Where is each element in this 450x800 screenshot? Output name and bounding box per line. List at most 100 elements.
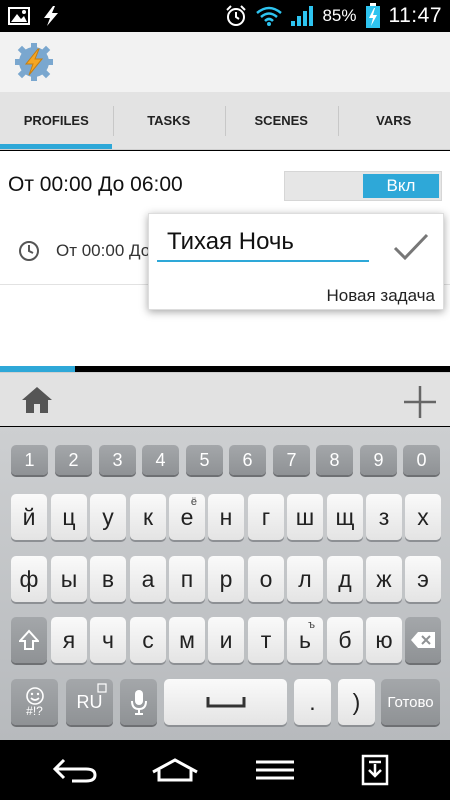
app-header xyxy=(0,32,450,92)
key-1[interactable]: 1 xyxy=(11,445,48,475)
key-б[interactable]: б xyxy=(327,617,363,663)
paren-key[interactable]: ) xyxy=(338,679,375,725)
back-icon xyxy=(52,758,97,783)
flash-icon xyxy=(44,6,58,26)
key-с[interactable]: с xyxy=(130,617,166,663)
task-name-input[interactable] xyxy=(157,224,369,262)
period-label: . xyxy=(309,688,316,715)
key-и[interactable]: и xyxy=(208,617,244,663)
key-щ[interactable]: щ xyxy=(327,494,363,540)
backspace-icon xyxy=(411,632,435,648)
key-р[interactable]: р xyxy=(208,556,244,602)
key-д[interactable]: д xyxy=(327,556,363,602)
key-ь-sup: ъ xyxy=(308,619,315,631)
tab-vars[interactable]: VARS xyxy=(337,92,450,149)
key-а[interactable]: а xyxy=(130,556,166,602)
done-key[interactable]: Готово xyxy=(381,679,440,725)
key-2[interactable]: 2 xyxy=(55,445,92,475)
shift-key[interactable] xyxy=(11,617,47,663)
toggle-on-label: Вкл xyxy=(363,174,439,198)
soft-keyboard: 1 2 3 4 5 6 7 8 9 0 й ц у к её н г ш щ з… xyxy=(0,427,450,740)
key-г[interactable]: г xyxy=(248,494,284,540)
battery-percent: 85% xyxy=(322,6,357,25)
voice-input-key[interactable] xyxy=(120,679,157,725)
profile-toggle[interactable]: Вкл xyxy=(284,171,442,201)
signal-icon xyxy=(291,6,314,26)
tab-profiles[interactable]: PROFILES xyxy=(0,92,113,149)
navigation-bar xyxy=(0,740,450,800)
key-х[interactable]: х xyxy=(405,494,441,540)
tab-scenes[interactable]: SCENES xyxy=(225,92,338,149)
profile-title[interactable]: От 00:00 До 06:00 xyxy=(8,173,183,197)
key-5[interactable]: 5 xyxy=(186,445,223,475)
key-ю[interactable]: ю xyxy=(366,617,402,663)
clock-icon xyxy=(19,241,39,261)
key-я[interactable]: я xyxy=(51,617,87,663)
menu-icon xyxy=(256,760,294,780)
check-icon[interactable] xyxy=(393,232,429,262)
alarm-icon xyxy=(226,5,247,26)
key-ф[interactable]: ф xyxy=(11,556,47,602)
key-ш[interactable]: ш xyxy=(287,494,323,540)
key-ж[interactable]: ж xyxy=(366,556,402,602)
key-4[interactable]: 4 xyxy=(142,445,179,475)
period-key[interactable]: . xyxy=(294,679,331,725)
key-0[interactable]: 0 xyxy=(403,445,440,475)
key-з[interactable]: з xyxy=(366,494,402,540)
key-ч[interactable]: ч xyxy=(90,617,126,663)
clock-time: 11:47 xyxy=(388,4,442,27)
key-ц[interactable]: ц xyxy=(51,494,87,540)
active-tab-indicator xyxy=(0,144,112,149)
tab-bar: PROFILES TASKS SCENES VARS xyxy=(0,92,450,150)
key-7[interactable]: 7 xyxy=(273,445,310,475)
key-л[interactable]: л xyxy=(287,556,323,602)
bottom-bar xyxy=(0,372,450,426)
key-в[interactable]: в xyxy=(90,556,126,602)
backspace-key[interactable] xyxy=(405,617,441,663)
space-key[interactable] xyxy=(164,679,287,725)
key-6[interactable]: 6 xyxy=(229,445,266,475)
key-й[interactable]: й xyxy=(11,494,47,540)
key-е[interactable]: её xyxy=(169,494,205,540)
new-task-label: Новая задача xyxy=(326,286,435,305)
symbols-label: #!? xyxy=(26,704,43,718)
language-key[interactable]: RU xyxy=(66,679,113,725)
key-м[interactable]: м xyxy=(169,617,205,663)
paren-label: ) xyxy=(352,688,361,715)
home-button[interactable] xyxy=(150,752,200,788)
key-т[interactable]: т xyxy=(248,617,284,663)
smiley-icon xyxy=(25,687,44,705)
microphone-icon xyxy=(130,690,147,715)
key-е-sup: ё xyxy=(190,496,197,508)
emoji-symbols-key[interactable]: #!? xyxy=(11,679,58,725)
new-task-popup: Новая задача xyxy=(148,213,444,310)
notification-pulldown-icon xyxy=(361,754,389,786)
key-п[interactable]: п xyxy=(169,556,205,602)
shift-icon xyxy=(19,629,39,650)
home-icon[interactable] xyxy=(20,385,54,415)
key-ь[interactable]: ьъ xyxy=(287,617,323,663)
tasker-bolt-icon[interactable] xyxy=(14,42,54,82)
key-о[interactable]: о xyxy=(248,556,284,602)
tab-tasks[interactable]: TASKS xyxy=(112,92,226,149)
menu-button[interactable] xyxy=(250,752,300,788)
key-ы[interactable]: ы xyxy=(51,556,87,602)
wifi-icon xyxy=(256,6,283,26)
plus-icon[interactable] xyxy=(402,384,438,420)
key-у[interactable]: у xyxy=(90,494,126,540)
key-н[interactable]: н xyxy=(208,494,244,540)
key-8[interactable]: 8 xyxy=(316,445,353,475)
key-э[interactable]: э xyxy=(405,556,441,602)
space-icon xyxy=(206,697,245,708)
key-к[interactable]: к xyxy=(130,494,166,540)
language-label: RU xyxy=(76,691,103,712)
back-button[interactable] xyxy=(50,752,100,788)
settings-small-icon xyxy=(97,683,107,693)
gallery-icon xyxy=(8,7,30,25)
battery-charging-icon xyxy=(365,3,380,28)
nav-home-icon xyxy=(152,758,198,782)
notification-button[interactable] xyxy=(350,752,400,788)
status-bar: 85% 11:47 xyxy=(0,0,450,32)
key-9[interactable]: 9 xyxy=(360,445,397,475)
key-3[interactable]: 3 xyxy=(99,445,136,475)
